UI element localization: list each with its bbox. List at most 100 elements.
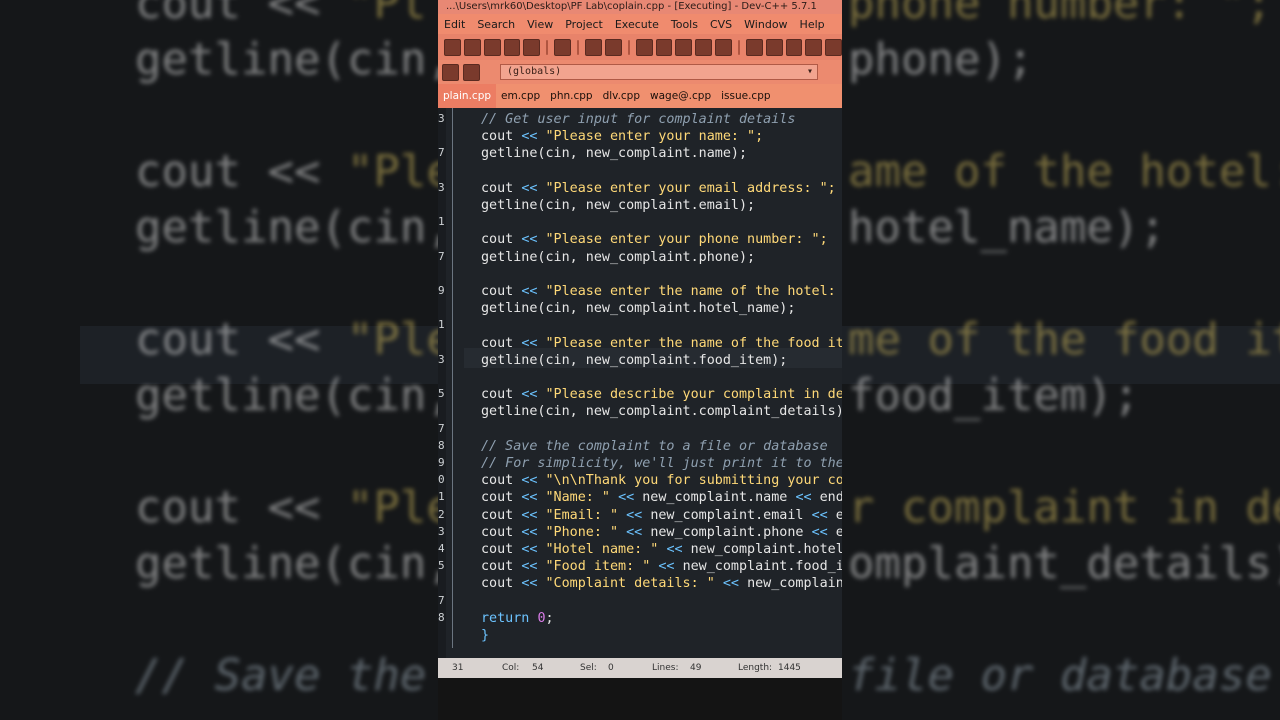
menu-item-view[interactable]: View (521, 14, 559, 34)
code-operator: << (521, 180, 546, 196)
code-token: cout (481, 232, 522, 248)
code-line: // For simplicity, we'll just print it t… (481, 456, 842, 471)
menu-item-window[interactable]: Window (738, 14, 793, 34)
code-token: cout (481, 507, 522, 523)
background-code-text: cout << (135, 0, 347, 29)
rebuild-icon[interactable] (805, 38, 823, 56)
code-line: } (481, 628, 489, 643)
menu-item-project[interactable]: Project (559, 14, 609, 34)
file-tab[interactable]: phn.cpp (545, 84, 597, 108)
file-tab[interactable]: wage@.cpp (645, 84, 716, 108)
scope-select[interactable]: (globals) ▾ (500, 64, 818, 80)
code-token: cout (481, 180, 522, 196)
code-line: getline(cin, new_complaint.phone); (481, 250, 755, 265)
background-code-text: getline(cin, (135, 370, 453, 421)
code-token: cout (481, 490, 522, 506)
fold-guide (452, 108, 453, 648)
code-operator: << (521, 576, 546, 592)
menu-item-search[interactable]: Search (471, 14, 521, 34)
menu-item-edit[interactable]: Edit (438, 14, 471, 34)
code-string: "Food item: " (545, 559, 659, 575)
code-token: getline(cin, new_complaint.phone); (481, 249, 756, 265)
file-tabs: plain.cpp em.cpp phn.cpp dlv.cpp wage@.cpp is… (438, 84, 842, 108)
run-icon[interactable] (765, 38, 783, 56)
background-code-left: getline(cin, (135, 202, 453, 253)
code-token: cout (481, 559, 522, 575)
background-code-left: getline(cin, (135, 34, 453, 85)
code-token: getline(cin, new_complaint.name); (481, 146, 748, 162)
background-code-right: food_item); (848, 370, 1139, 421)
line-number: 8 (438, 610, 445, 624)
compile-icon[interactable] (745, 38, 763, 56)
background-code-right: ame of the hotel: (848, 146, 1280, 197)
debug-icon[interactable] (825, 38, 842, 56)
find-next-icon[interactable] (675, 38, 693, 56)
chevron-down-icon: ▾ (806, 66, 813, 77)
code-line: cout << "Please enter your phone number:… (481, 232, 828, 247)
file-tab[interactable]: plain.cpp (438, 84, 497, 108)
replace-icon[interactable] (655, 38, 673, 56)
code-token: cout (481, 284, 522, 299)
code-operator: << (811, 507, 836, 523)
compile-run-icon[interactable] (785, 38, 803, 56)
background-code-text: getline(cin, (135, 538, 453, 589)
new-file-icon[interactable] (444, 38, 461, 56)
save-icon[interactable] (483, 38, 501, 56)
file-tab[interactable]: issue.cpp (716, 84, 775, 108)
line-number: 1 (438, 215, 445, 229)
line-number: 5 (438, 387, 445, 401)
background-code-text: me of the food ite (848, 314, 1280, 365)
undo-icon[interactable] (585, 38, 602, 56)
background-code-right: phone); (848, 34, 1033, 85)
find-icon[interactable] (635, 38, 653, 56)
code-line: getline(cin, new_complaint.complaint_det… (481, 404, 842, 419)
menu-item-execute[interactable]: Execute (609, 14, 665, 34)
close-file-icon[interactable] (523, 38, 541, 56)
redo-icon[interactable] (604, 38, 622, 56)
new-class-icon[interactable] (442, 63, 459, 81)
code-token: new_complaint.name (642, 490, 796, 506)
file-tab[interactable]: em.cpp (496, 84, 545, 108)
toolbar-separator (577, 39, 580, 55)
status-length: 1445 (778, 663, 801, 673)
code-brace: } (481, 628, 490, 643)
code-token: getline(cin, new_complaint.hotel_name); (481, 301, 796, 317)
background-code-text: food_item); (848, 370, 1140, 421)
status-lines: 49 (690, 663, 702, 673)
code-operator: << (521, 335, 546, 351)
open-file-icon[interactable] (463, 38, 481, 56)
line-number: 9 (438, 456, 445, 469)
insert-icon[interactable] (463, 63, 480, 81)
code-string: "Name: " (545, 490, 619, 506)
code-line: cout << "\n\nThank you for submitting yo… (481, 473, 842, 488)
code-line: cout << "Please enter your email address… (481, 181, 836, 196)
code-number: 0 (537, 610, 546, 626)
code-token: cout (481, 129, 522, 145)
code-line: getline(cin, new_complaint.food_item); (481, 353, 787, 368)
code-operator: << (666, 542, 691, 557)
goto-line-icon[interactable] (695, 38, 713, 56)
window-title: ...\Users\mrk60\Desktop\PF Lab\coplain.c… (438, 0, 842, 14)
code-operator: << (618, 490, 643, 506)
save-all-icon[interactable] (503, 38, 521, 56)
toolbar-separator (737, 39, 740, 55)
menu-item-help[interactable]: Help (794, 14, 831, 34)
menu-item-cvs[interactable]: CVS (704, 14, 738, 34)
print-icon[interactable] (554, 38, 572, 56)
code-operator: << (722, 576, 748, 592)
background-code-text: ame of the hotel: (848, 146, 1280, 197)
status-line: 31 (452, 663, 464, 673)
file-tab[interactable]: dlv.cpp (598, 84, 645, 108)
code-line: // Get user input for complaint details (481, 112, 795, 127)
code-token: new_complaint.hotel_ (690, 542, 842, 557)
code-token: new_complaint.email (650, 507, 812, 523)
code-operator: << (521, 524, 546, 540)
code-line: cout << "Phone: " << new_complaint.phone… (481, 525, 842, 540)
line-number: 7 (438, 249, 445, 263)
line-number: 1 (438, 318, 445, 332)
code-token: cout (481, 576, 522, 592)
code-editor[interactable]: 37317913578901234578 // Get user input f… (438, 108, 842, 658)
line-number: 7 (438, 146, 445, 160)
menu-item-tools[interactable]: Tools (665, 14, 704, 34)
indent-icon[interactable] (715, 38, 732, 56)
